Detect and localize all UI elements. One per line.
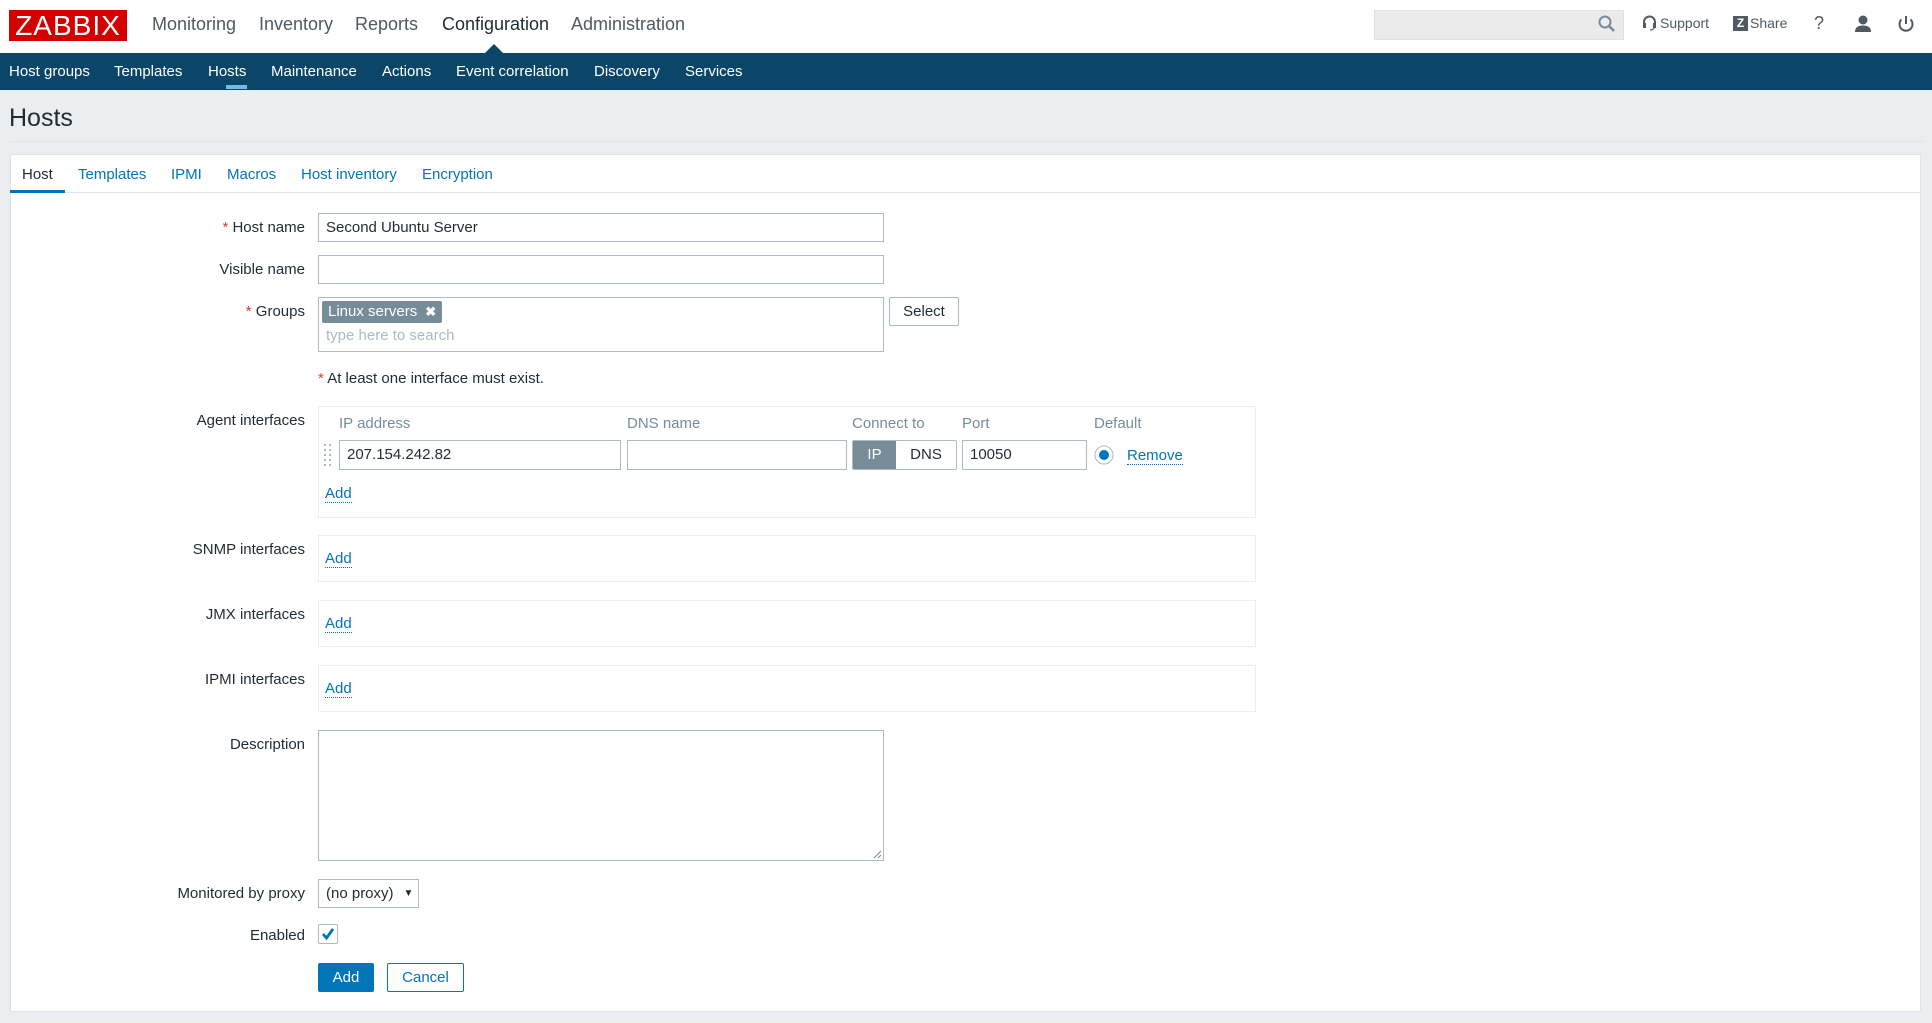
menu-monitoring[interactable]: Monitoring <box>152 14 236 35</box>
select-groups-button[interactable]: Select <box>889 297 959 326</box>
interface-warning-text: At least one interface must exist. <box>327 370 544 387</box>
col-connect-to: Connect to <box>852 415 925 432</box>
agent-interfaces-label: Agent interfaces <box>196 412 305 429</box>
headset-icon <box>1643 15 1656 31</box>
resize-handle-icon[interactable] <box>873 850 882 859</box>
top-header: ZABBIX Monitoring Inventory Reports Conf… <box>0 0 1932 53</box>
search-icon[interactable] <box>1597 14 1617 34</box>
active-menu-caret <box>485 44 503 53</box>
agent-ip-input[interactable]: 207.154.242.82 <box>339 440 621 470</box>
add-host-button[interactable]: Add <box>318 963 374 992</box>
groups-label-text: Groups <box>255 303 305 320</box>
title-divider <box>9 141 1923 142</box>
subnav-services[interactable]: Services <box>685 63 743 80</box>
menu-administration[interactable]: Administration <box>571 14 685 35</box>
active-subnav-indicator <box>226 85 247 89</box>
add-ipmi-interface-link[interactable]: Add <box>325 680 352 698</box>
required-asterisk: * <box>245 303 252 320</box>
sign-out-power-icon[interactable] <box>1895 13 1917 35</box>
help-icon[interactable]: ? <box>1814 13 1824 34</box>
tab-ipmi[interactable]: IPMI <box>171 166 202 183</box>
ipmi-interfaces-box <box>318 665 1256 712</box>
tab-host-inventory[interactable]: Host inventory <box>301 166 397 183</box>
agent-port-input[interactable]: 10050 <box>962 440 1087 470</box>
proxy-select[interactable]: (no proxy) ▼ <box>318 879 419 908</box>
tabs-divider <box>11 192 1920 193</box>
subnav-event-correlation[interactable]: Event correlation <box>456 63 569 80</box>
zabbix-logo[interactable]: ZABBIX <box>9 10 127 41</box>
host-form-container <box>10 154 1921 1012</box>
interface-warning: * At least one interface must exist. <box>318 370 544 387</box>
share-link[interactable]: Z Share <box>1733 15 1787 31</box>
add-jmx-interface-link[interactable]: Add <box>325 615 352 633</box>
groups-search-placeholder[interactable]: type here to search <box>326 327 454 344</box>
default-interface-radio[interactable] <box>1094 445 1114 465</box>
active-tab-indicator <box>10 190 65 193</box>
drag-handle-icon[interactable] <box>324 444 332 466</box>
visible-name-label: Visible name <box>219 261 305 278</box>
group-tag-linux-servers: Linux servers ✖ <box>322 301 443 323</box>
col-default: Default <box>1094 415 1142 432</box>
tab-macros[interactable]: Macros <box>227 166 276 183</box>
menu-inventory[interactable]: Inventory <box>259 14 333 35</box>
cancel-button[interactable]: Cancel <box>387 963 464 992</box>
menu-reports[interactable]: Reports <box>355 14 418 35</box>
page-title: Hosts <box>9 104 73 132</box>
subnav-templates[interactable]: Templates <box>114 63 182 80</box>
connect-to-toggle: IP DNS <box>852 440 957 470</box>
col-port: Port <box>962 415 990 432</box>
snmp-interfaces-box <box>318 535 1256 582</box>
visible-name-input[interactable] <box>318 255 884 284</box>
jmx-interfaces-box <box>318 600 1256 647</box>
description-textarea[interactable] <box>318 730 884 861</box>
add-agent-interface-link[interactable]: Add <box>325 485 352 503</box>
proxy-selected-value: (no proxy) <box>326 885 394 902</box>
sub-navigation: Host groups Templates Hosts Maintenance … <box>0 53 1932 90</box>
add-snmp-interface-link[interactable]: Add <box>325 550 352 568</box>
enabled-checkbox[interactable] <box>318 924 338 944</box>
checkmark-icon <box>321 928 335 941</box>
user-profile-icon[interactable] <box>1852 13 1874 35</box>
required-asterisk: * <box>222 219 229 236</box>
host-name-input[interactable]: Second Ubuntu Server <box>318 213 884 242</box>
subnav-discovery[interactable]: Discovery <box>594 63 660 80</box>
subnav-maintenance[interactable]: Maintenance <box>271 63 357 80</box>
description-label: Description <box>229 736 305 753</box>
share-label: Share <box>1750 15 1788 31</box>
dropdown-arrow-icon: ▼ <box>403 888 414 899</box>
host-name-label-text: Host name <box>232 219 305 236</box>
required-asterisk: * <box>318 370 324 387</box>
groups-label: * Groups <box>5 303 305 320</box>
support-link[interactable]: Support <box>1642 15 1709 31</box>
remove-interface-link[interactable]: Remove <box>1127 447 1183 465</box>
agent-dns-input[interactable] <box>627 440 847 470</box>
groups-multiselect[interactable]: Linux servers ✖ type here to search <box>318 297 884 352</box>
connect-ip-option[interactable]: IP <box>853 441 896 469</box>
snmp-interfaces-label: SNMP interfaces <box>192 541 305 558</box>
host-name-label: * Host name <box>5 219 305 236</box>
remove-tag-icon[interactable]: ✖ <box>425 301 436 323</box>
tab-encryption[interactable]: Encryption <box>422 166 493 183</box>
subnav-host-groups[interactable]: Host groups <box>9 63 90 80</box>
subnav-actions[interactable]: Actions <box>382 63 431 80</box>
col-dns-name: DNS name <box>627 415 701 432</box>
menu-configuration[interactable]: Configuration <box>442 14 549 35</box>
tab-host[interactable]: Host <box>22 166 53 183</box>
search-input[interactable] <box>1374 10 1624 40</box>
group-tag-label: Linux servers <box>328 303 418 320</box>
proxy-label: Monitored by proxy <box>177 885 305 902</box>
subnav-hosts[interactable]: Hosts <box>208 63 246 80</box>
ipmi-interfaces-label: IPMI interfaces <box>204 671 305 688</box>
tab-templates[interactable]: Templates <box>78 166 146 183</box>
support-label: Support <box>1660 15 1710 31</box>
connect-dns-option[interactable]: DNS <box>896 441 956 469</box>
enabled-label: Enabled <box>249 927 305 944</box>
col-ip-address: IP address <box>339 415 411 432</box>
share-z-icon: Z <box>1733 15 1748 31</box>
jmx-interfaces-label: JMX interfaces <box>205 606 305 623</box>
